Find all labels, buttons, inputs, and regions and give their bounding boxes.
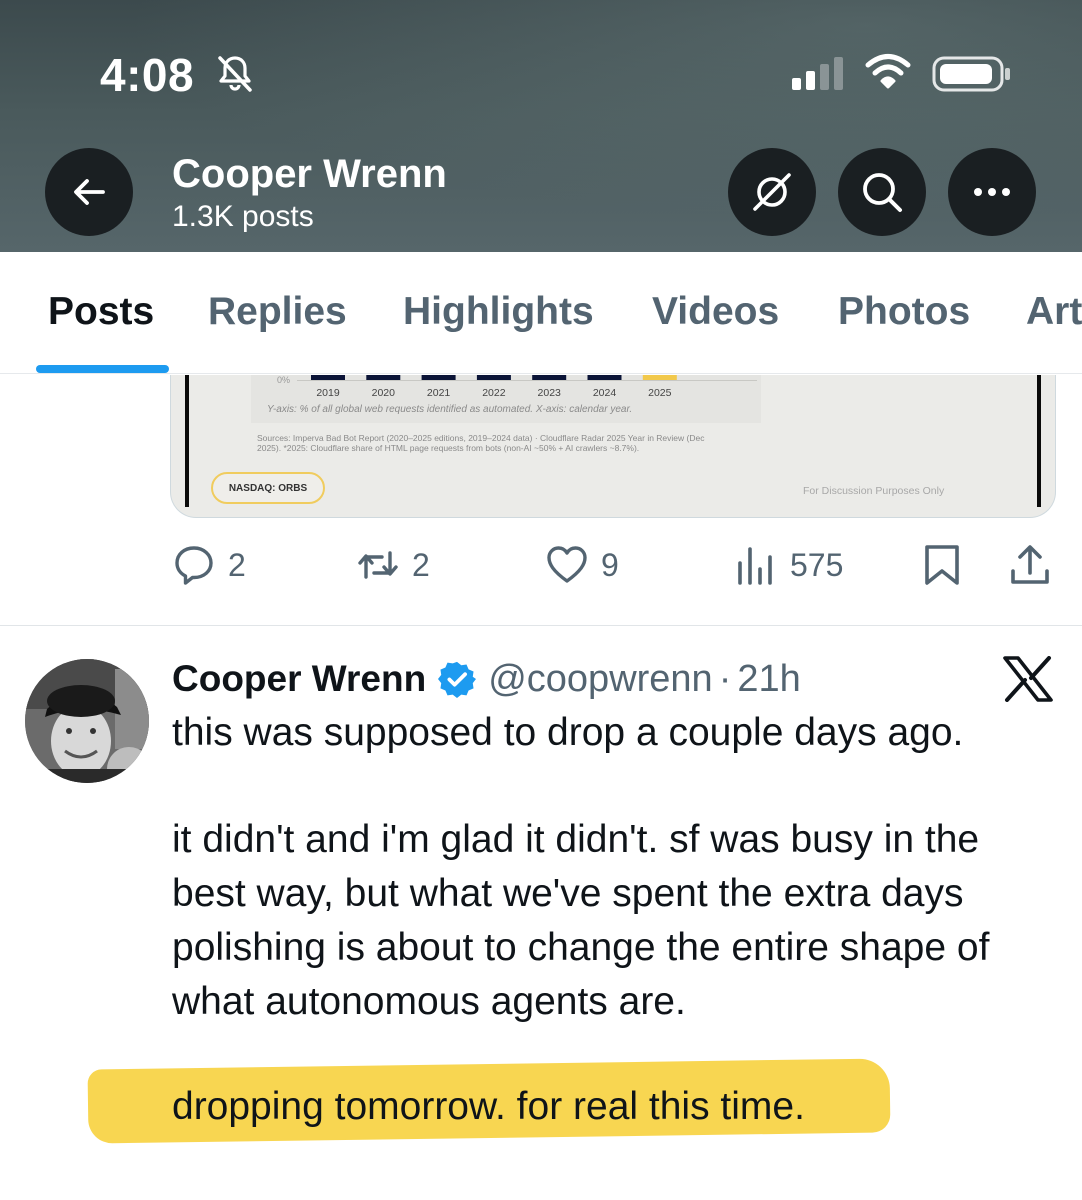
views-count: 575 <box>790 546 844 583</box>
status-time: 4:08 <box>100 49 195 101</box>
tweet-text-line: polishing is about to change the entire … <box>172 926 990 969</box>
author-handle[interactable]: @coopwrenn <box>488 658 712 701</box>
bookmark-icon <box>925 545 959 585</box>
axis-note: Y-axis: % of all global web requests ide… <box>267 404 633 415</box>
tab-posts[interactable]: Posts <box>48 290 154 334</box>
reply-button[interactable]: 2 <box>172 542 246 588</box>
chart-bar-2022 <box>476 375 511 380</box>
battery-icon <box>932 56 1010 92</box>
chart-sources: Sources: Imperva Bad Bot Report (2020–20… <box>257 433 787 453</box>
reply-icon <box>175 546 213 585</box>
post-time[interactable]: 21h <box>737 658 800 701</box>
like-button[interactable]: 9 <box>545 542 619 588</box>
back-button[interactable] <box>45 148 133 236</box>
tab-highlights[interactable]: Highlights <box>403 290 594 334</box>
chart-year-label: 2023 <box>538 387 562 399</box>
chart-year-label: 2019 <box>316 387 340 399</box>
profile-posts-count: 1.3K posts <box>172 200 314 233</box>
post-image-card[interactable]: 0% 2019 2020 2021 2022 2023 2024 2025 Y-axis: … <box>170 375 1056 518</box>
author-name[interactable]: Cooper Wrenn <box>172 658 426 700</box>
tweet-text-line-1: this was supposed to drop a couple days … <box>172 711 964 754</box>
repost-count: 2 <box>412 546 430 583</box>
handle-separator: · <box>718 657 732 700</box>
arrow-left-icon <box>74 179 105 205</box>
verified-badge-icon <box>438 661 477 698</box>
profile-header: 4:08 Cooper Wrenn 1.3K posts <box>0 0 1082 252</box>
sources-line-2: 2025). *2025: Cloudflare share of HTML p… <box>257 443 640 453</box>
search-button[interactable] <box>838 148 926 236</box>
disclaimer-text: For Discussion Purposes Only <box>803 485 945 497</box>
tab-articles[interactable]: Art <box>1026 290 1082 334</box>
chart-bar-2021 <box>421 375 456 380</box>
avatar-photo <box>25 659 149 783</box>
chart-bar-2025 <box>642 375 677 380</box>
tab-photos[interactable]: Photos <box>838 290 970 334</box>
chart-year-label: 2022 <box>482 387 506 399</box>
heart-icon <box>547 546 587 583</box>
tweet-text-line: what autonomous agents are. <box>172 980 686 1023</box>
reply-count: 2 <box>228 546 246 583</box>
bell-off-icon <box>218 56 252 92</box>
chart-bar-2020 <box>366 375 401 380</box>
profile-name: Cooper Wrenn <box>172 152 447 196</box>
x-logo-icon[interactable] <box>1003 656 1053 702</box>
share-icon <box>1011 545 1049 584</box>
more-options-button[interactable] <box>948 148 1036 236</box>
wifi-icon <box>865 54 911 89</box>
tweet-highlighted-line: dropping tomorrow. for real this time. <box>172 1085 805 1128</box>
chart-year-label: 2024 <box>593 387 617 399</box>
post-divider <box>0 625 1082 626</box>
views-chart-icon <box>738 547 772 585</box>
chart-year-label: 2020 <box>372 387 396 399</box>
sources-line-1: Sources: Imperva Bad Bot Report (2020–20… <box>257 433 705 443</box>
chart-year-label: 2021 <box>427 387 451 399</box>
views-button[interactable]: 575 <box>734 542 843 588</box>
chart-bar-2019 <box>311 375 345 380</box>
tab-replies[interactable]: Replies <box>208 290 347 334</box>
like-count: 9 <box>601 546 619 583</box>
tweet-paragraph-2: it didn't and i'm glad it didn't. sf was… <box>172 813 989 1029</box>
repost-icon <box>358 551 398 579</box>
tweet-text-line: best way, but what we've spent the extra… <box>172 872 964 915</box>
ellipsis-icon <box>974 188 1010 196</box>
share-button[interactable] <box>1008 542 1052 588</box>
repost-button[interactable]: 2 <box>356 542 430 588</box>
cellular-signal-icon <box>792 57 843 90</box>
tweet-header: Cooper Wrenn @coopwrenn · 21h <box>172 654 801 704</box>
tweet-text-line: it didn't and i'm glad it didn't. sf was… <box>172 818 980 861</box>
bookmark-button[interactable] <box>920 542 964 588</box>
search-icon <box>863 173 902 212</box>
chart-bar-2023 <box>532 375 567 380</box>
chart-year-label: 2025 <box>648 387 672 399</box>
profile-tabs: Posts Replies Highlights Videos Photos A… <box>0 252 1082 374</box>
avatar[interactable] <box>25 659 149 783</box>
nasdaq-badge: NASDAQ: ORBS <box>211 472 325 504</box>
chart-bar-2024 <box>587 375 622 380</box>
grok-button[interactable] <box>728 148 816 236</box>
active-tab-indicator <box>36 365 169 373</box>
grok-icon <box>753 173 791 211</box>
tab-videos[interactable]: Videos <box>652 290 779 334</box>
